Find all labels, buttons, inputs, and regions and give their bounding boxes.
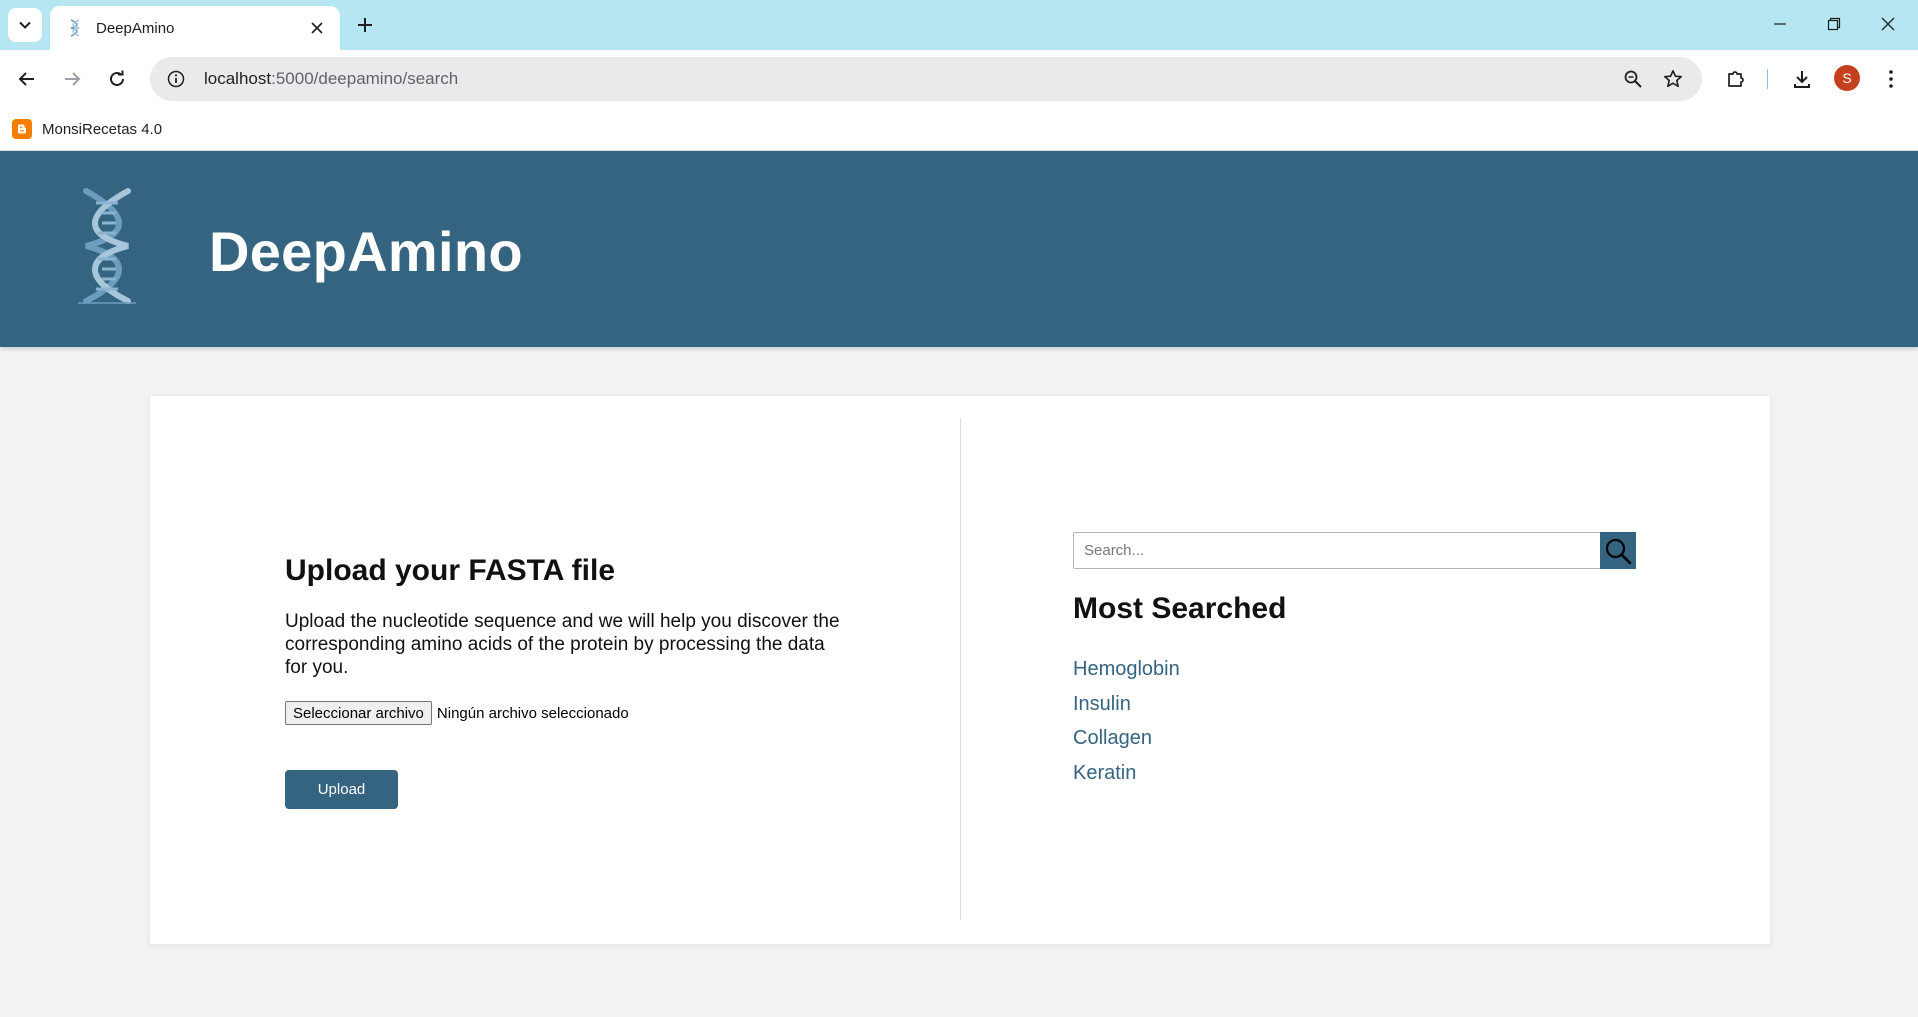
browser-tabstrip: DeepAmino [0, 0, 1918, 50]
site-title: DeepAmino [209, 220, 523, 283]
dna-icon [66, 19, 84, 37]
extensions-button[interactable] [1719, 62, 1753, 96]
main-card: Upload your FASTA file Upload the nucleo… [150, 396, 1770, 944]
close-icon[interactable] [306, 17, 328, 39]
close-icon [1881, 17, 1895, 31]
toolbar-divider [1767, 69, 1768, 89]
most-searched-link[interactable]: Collagen [1073, 721, 1180, 756]
upload-title: Upload your FASTA file [285, 554, 616, 587]
plus-icon [358, 18, 372, 32]
most-searched-list: Hemoglobin Insulin Collagen Keratin [1073, 652, 1180, 790]
star-icon[interactable] [1660, 66, 1686, 92]
zoom-icon[interactable] [1620, 66, 1646, 92]
url-text[interactable]: localhost:5000/deepamino/search [204, 69, 458, 89]
puzzle-icon [1728, 71, 1744, 87]
browser-tab[interactable]: DeepAmino [50, 6, 340, 50]
choose-file-button[interactable]: Seleccionar archivo [285, 701, 432, 725]
most-searched-link[interactable]: Hemoglobin [1073, 652, 1180, 687]
tab-search-button[interactable] [8, 8, 42, 42]
profile-avatar[interactable]: S [1834, 65, 1860, 91]
most-searched-link[interactable]: Keratin [1073, 756, 1180, 791]
tab-title: DeepAmino [96, 19, 175, 37]
address-bar[interactable]: localhost:5000/deepamino/search [150, 57, 1702, 101]
minimize-icon [1774, 23, 1786, 25]
search-button[interactable] [1600, 532, 1636, 569]
back-button[interactable] [10, 62, 44, 96]
chevron-down-icon [19, 21, 31, 29]
forward-button[interactable] [55, 62, 89, 96]
reload-button[interactable] [100, 62, 134, 96]
dna-logo-icon [72, 187, 142, 305]
search-input[interactable] [1073, 532, 1600, 569]
upload-button[interactable]: Upload [285, 770, 398, 809]
blogger-icon [12, 119, 32, 139]
downloads-button[interactable] [1785, 62, 1819, 96]
menu-button[interactable] [1874, 62, 1908, 96]
reload-icon [110, 70, 124, 86]
download-icon [1794, 71, 1810, 88]
bookmark-label: MonsiRecetas 4.0 [42, 120, 163, 138]
restore-button[interactable] [1814, 8, 1854, 40]
info-icon[interactable] [164, 67, 188, 91]
upload-description: Upload the nucleotide sequence and we wi… [285, 611, 840, 678]
window-close-button[interactable] [1868, 8, 1908, 40]
bookmarks-bar: MonsiRecetas 4.0 [0, 108, 1918, 151]
new-tab-button[interactable] [350, 10, 380, 40]
section-divider [960, 418, 961, 920]
url-host: localhost [204, 69, 272, 88]
bookmark-item[interactable]: MonsiRecetas 4.0 [12, 116, 162, 142]
file-input[interactable]: Seleccionar archivo Ningún archivo selec… [285, 701, 629, 725]
most-searched-link[interactable]: Insulin [1073, 687, 1180, 722]
site-header: DeepAmino [0, 151, 1918, 347]
search-icon [1605, 538, 1632, 564]
url-path: :5000/deepamino/search [271, 69, 459, 88]
restore-icon [1827, 17, 1841, 31]
browser-toolbar: localhost:5000/deepamino/search S [0, 50, 1918, 108]
file-status-text: Ningún archivo seleccionado [436, 704, 629, 722]
kebab-icon [1889, 70, 1893, 88]
arrow-right-icon [65, 72, 81, 86]
minimize-button[interactable] [1760, 8, 1800, 40]
arrow-left-icon [18, 72, 34, 86]
search-bar [1073, 532, 1636, 569]
most-searched-title: Most Searched [1073, 592, 1287, 625]
